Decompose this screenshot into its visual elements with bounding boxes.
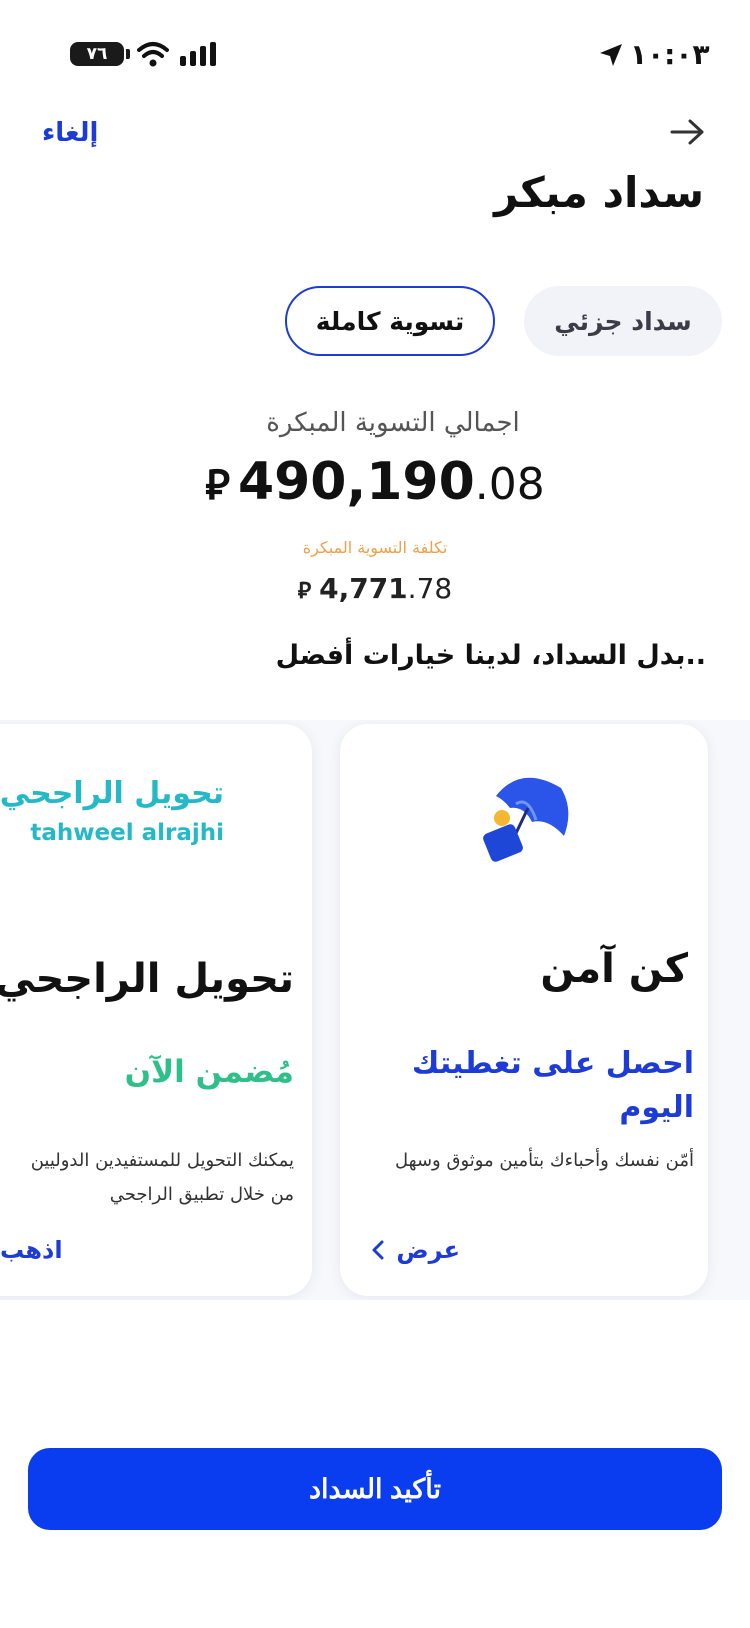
insurance-card-title: كن آمن: [540, 946, 688, 992]
total-decimal: .08: [474, 459, 545, 510]
transfer-card-title: تحويل الراجحي: [0, 956, 294, 1002]
umbrella-wallet-icon: [483, 777, 569, 862]
transfer-card-subtitle: مُضمن الآن: [124, 1054, 294, 1090]
riyal-symbol: ⃁: [297, 578, 312, 604]
location-arrow-icon: [600, 43, 622, 66]
offers-carousel[interactable]: كن آمن احصل على تغطيتك اليوم أمّن نفسك و…: [0, 720, 750, 1300]
chevron-left-icon: [372, 1240, 384, 1260]
tahweel-logo-english: tahweel alrajhi: [30, 820, 224, 846]
view-offer-link[interactable]: عرض: [370, 1236, 460, 1264]
go-transfer-label: اذهب: [0, 1236, 63, 1264]
confirm-payment-button[interactable]: تأكيد السداد: [28, 1448, 722, 1530]
view-offer-label: عرض: [396, 1236, 460, 1264]
clock: ١٠:٠٣: [598, 38, 710, 71]
insurance-card-subtitle: احصل على تغطيتك اليوم: [411, 1046, 694, 1125]
riyal-symbol: ⃁: [205, 460, 230, 509]
tab-full-settlement[interactable]: تسوية كاملة: [285, 286, 495, 356]
insurance-offer-card[interactable]: كن آمن احصل على تغطيتك اليوم أمّن نفسك و…: [340, 724, 708, 1296]
settlement-cost-label: تكلفة التسوية المبكرة: [302, 538, 448, 557]
tahweel-logo-arabic: تحويل الراجحي: [0, 776, 224, 811]
back-arrow-icon[interactable]: [668, 116, 708, 148]
options-heading: ..بدل السداد، لدينا خيارات أفضل: [275, 640, 706, 671]
total-settlement-amount: ⃁ 490,190.08: [0, 452, 750, 512]
cost-integer: 4,771: [319, 572, 408, 605]
status-bar: ٧٦ ١٠:٠٣: [0, 34, 750, 74]
insurance-card-description: أمّن نفسك وأحباءك بتأمين موثوق وسهل: [395, 1150, 694, 1171]
tab-partial-payment[interactable]: سداد جزئي: [524, 286, 722, 356]
total-integer: 490,190: [237, 452, 475, 512]
transfer-desc-line-1: يمكنك التحويل للمستفيدين الدوليين: [30, 1150, 294, 1171]
clock-time: ١٠:٠٣: [630, 38, 710, 71]
go-transfer-link[interactable]: اذهب: [0, 1236, 63, 1264]
cost-decimal: .78: [407, 572, 453, 605]
battery-level: ٧٦: [86, 44, 108, 64]
page-title: سداد مبكر: [494, 168, 704, 217]
transfer-offer-card[interactable]: تحويل الراجحي tahweel alrajhi تحويل الرا…: [0, 724, 312, 1296]
cellular-signal-icon: [180, 42, 216, 66]
transfer-card-description: يمكنك التحويل للمستفيدين الدوليين من خلا…: [0, 1144, 294, 1212]
settlement-cost-amount: ⃁ 4,771.78: [0, 572, 750, 605]
battery-icon: ٧٦: [70, 42, 130, 66]
early-payment-screen: ٧٦ ١٠:٠٣ إلغاء سداد مبكر سداد جزئي تسوية…: [0, 0, 750, 1628]
wifi-icon: [137, 42, 169, 67]
transfer-desc-line-2: من خلال تطبيق الراجحي: [109, 1184, 294, 1205]
cancel-link[interactable]: إلغاء: [42, 118, 98, 148]
total-settlement-label: اجمالي التسوية المبكرة: [266, 408, 520, 438]
